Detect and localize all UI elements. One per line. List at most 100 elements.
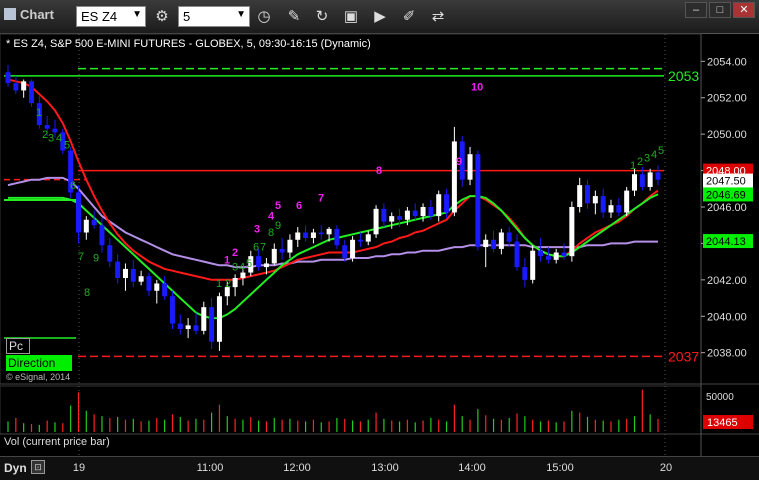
magenta-count: 2	[232, 247, 238, 259]
candle-body	[561, 252, 567, 257]
candle-body	[373, 208, 379, 235]
candle-body	[647, 172, 653, 187]
green-count: 2	[225, 278, 231, 290]
zoom-icon[interactable]: ⊡	[31, 460, 45, 474]
candle-body	[467, 154, 473, 180]
candle-body	[185, 325, 191, 330]
axis-tick-label: 2052.00	[707, 93, 747, 105]
candle-body	[538, 250, 544, 257]
candle-body	[122, 268, 128, 279]
green-count: 2	[637, 156, 643, 168]
candle-body	[169, 296, 175, 324]
candle-body	[216, 296, 222, 342]
axis-tick-label: 2040.00	[707, 311, 747, 323]
candle-body	[115, 261, 121, 279]
candle-body	[498, 232, 504, 249]
candle-body	[357, 239, 363, 242]
chart-title: * ES Z4, S&P 500 E-MINI FUTURES - GLOBEX…	[6, 38, 371, 50]
candle-body	[639, 174, 645, 187]
candle-body	[600, 196, 606, 213]
green-count: 5	[64, 140, 70, 152]
green-count: 8	[84, 287, 90, 299]
price-tag-green: 2046.69	[706, 189, 746, 201]
candle-body	[287, 239, 293, 253]
time-label: 13:00	[371, 462, 399, 474]
green-count: 3	[644, 152, 650, 164]
candle-body	[193, 325, 199, 331]
magenta-count: 9	[456, 156, 462, 168]
candle-body	[585, 185, 591, 204]
candle-body	[506, 232, 512, 242]
candle-body	[209, 307, 215, 342]
candle-body	[5, 72, 11, 84]
green-count: 8	[268, 227, 274, 239]
price-tag-current: 2047.50	[706, 176, 746, 188]
time-label: 15:00	[546, 462, 574, 474]
direction-legend[interactable]: Direction	[6, 355, 72, 371]
candle-body	[530, 250, 536, 280]
price-chart[interactable]: 2054.002052.002050.002048.002046.002044.…	[0, 0, 759, 456]
green-count: 9	[93, 253, 99, 265]
price-panel	[0, 33, 702, 385]
candle-body	[624, 190, 630, 213]
candle-body	[146, 276, 152, 291]
time-label: 14:00	[458, 462, 486, 474]
green-count: 4	[651, 149, 657, 161]
candle-body	[655, 172, 661, 180]
candle-body	[21, 81, 27, 91]
volume-current: 13465	[707, 417, 738, 429]
candle-body	[553, 252, 559, 260]
candle-body	[310, 232, 316, 238]
axis-tick-label: 2054.00	[707, 56, 747, 68]
green-count: 7	[260, 242, 266, 254]
candle-body	[256, 256, 262, 268]
candle-body	[475, 154, 481, 248]
price-tag-ma: 2044.13	[706, 236, 746, 248]
dyn-label[interactable]: Dyn	[4, 461, 27, 475]
green-count: 1	[630, 160, 636, 172]
upper-level-label: 2053	[668, 68, 699, 84]
magenta-count: 8	[376, 165, 382, 177]
magenta-count: 10	[471, 81, 483, 93]
candle-body	[616, 205, 622, 213]
pc-legend[interactable]: Pc	[6, 338, 30, 354]
candle-body	[397, 216, 403, 220]
magenta-count: 3	[254, 223, 260, 235]
candle-body	[412, 210, 418, 217]
green-count: 6	[253, 242, 259, 254]
candle-body	[632, 174, 638, 191]
candle-body	[263, 263, 269, 268]
candle-body	[569, 207, 575, 257]
axis-tick-label: 2046.00	[707, 202, 747, 214]
time-label: 20	[659, 462, 673, 474]
candle-body	[91, 219, 97, 226]
copyright: © eSignal, 2014	[6, 372, 71, 382]
axis-tick-label: 2050.00	[707, 129, 747, 141]
candle-body	[177, 323, 183, 330]
green-count: 7	[78, 251, 84, 263]
candle-body	[271, 248, 277, 264]
candle-body	[295, 232, 301, 240]
magenta-count: 4	[268, 211, 275, 223]
volume-tick-label: 50000	[706, 392, 734, 403]
candle-body	[201, 307, 207, 331]
candle-body	[592, 196, 598, 204]
candle-body	[326, 228, 332, 235]
candle-body	[545, 256, 551, 260]
candle-body	[99, 225, 105, 246]
lower-level-label: 2037	[668, 348, 699, 364]
candle-body	[381, 208, 387, 222]
magenta-count: 6	[296, 200, 302, 212]
green-count: 6	[70, 180, 76, 192]
candle-body	[83, 219, 89, 233]
candle-body	[420, 207, 426, 217]
time-label: 19	[72, 462, 86, 474]
candle-body	[303, 232, 309, 238]
candle-body	[350, 239, 356, 258]
green-count: 4	[239, 262, 245, 274]
candle-body	[483, 239, 489, 248]
candle-body	[522, 267, 528, 280]
time-label: 12:00	[283, 462, 311, 474]
candle-body	[436, 194, 442, 217]
green-count: 9	[275, 220, 281, 232]
